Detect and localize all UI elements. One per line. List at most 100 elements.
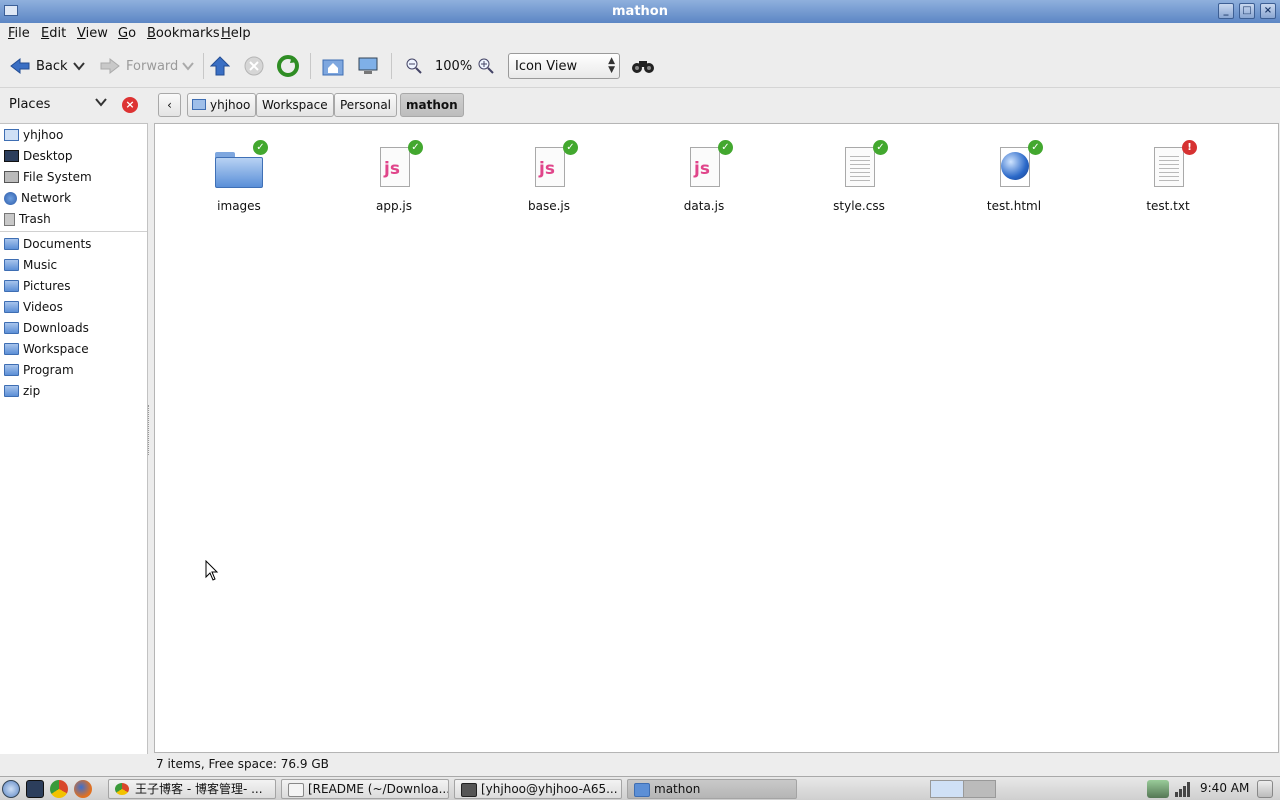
file-item-test-txt[interactable]: ! test.txt	[1113, 140, 1223, 213]
text-editor-icon	[288, 783, 304, 797]
file-item-test-html[interactable]: ✓ test.html	[959, 140, 1069, 213]
back-arrow-icon	[10, 57, 30, 75]
status-bar: 7 items, Free space: 76.9 GB	[0, 754, 1280, 776]
taskbar-item-readme[interactable]: [README (~/Downloa...	[281, 779, 449, 799]
view-mode-select[interactable]: Icon View ▲ ▼	[508, 53, 620, 79]
folder-icon	[4, 259, 19, 271]
network-icon	[4, 191, 17, 205]
network-status-icon[interactable]	[1147, 780, 1169, 798]
sidebar-item-workspace[interactable]: Workspace	[4, 339, 89, 359]
close-sidebar-icon[interactable]: ×	[122, 97, 138, 113]
sidebar-type-dropdown[interactable]	[95, 96, 107, 110]
forward-button[interactable]: Forward	[99, 55, 178, 77]
sync-ok-emblem-icon: ✓	[873, 140, 888, 155]
menu-view[interactable]: View	[77, 26, 108, 41]
sidebar-item-videos[interactable]: Videos	[4, 297, 63, 317]
breadcrumb-yhjhoo[interactable]: yhjhoo	[187, 93, 257, 117]
sidebar-item-zip[interactable]: zip	[4, 381, 40, 401]
clock[interactable]: 9:40 AM	[1200, 781, 1249, 795]
breadcrumb-mathon[interactable]: mathon	[400, 93, 464, 117]
up-arrow-icon	[210, 56, 230, 76]
folder-icon	[4, 322, 19, 334]
back-history-dropdown[interactable]	[73, 55, 85, 77]
javascript-file-icon: js ✓	[524, 140, 578, 194]
taskbar-item-mathon[interactable]: mathon	[627, 779, 797, 799]
start-menu-icon[interactable]	[2, 780, 20, 798]
sidebar-item-trash[interactable]: Trash	[4, 209, 51, 229]
sidebar-item-label: Program	[23, 363, 74, 377]
computer-button[interactable]	[357, 55, 379, 77]
back-button[interactable]: Back	[9, 55, 68, 77]
sidebar-item-network[interactable]: Network	[4, 188, 71, 208]
workspace-2[interactable]	[963, 781, 995, 797]
sidebar-item-documents[interactable]: Documents	[4, 234, 91, 254]
taskbar-item-blog[interactable]: 王子博客 - 博客管理- ...	[108, 779, 276, 799]
sync-ok-emblem-icon: ✓	[718, 140, 733, 155]
folder-icon	[4, 301, 19, 313]
window-titlebar[interactable]: mathon _ □ ×	[0, 0, 1280, 23]
file-item-images[interactable]: ✓ images	[184, 140, 294, 213]
sync-ok-emblem-icon: ✓	[1028, 140, 1043, 155]
close-button[interactable]: ×	[1260, 3, 1276, 19]
search-button[interactable]	[631, 55, 655, 77]
breadcrumb-label: yhjhoo	[210, 98, 251, 112]
chrome-browser-icon[interactable]	[50, 780, 68, 798]
folder-icon	[4, 343, 19, 355]
chrome-browser-icon	[115, 783, 129, 795]
up-button[interactable]	[210, 55, 230, 77]
signal-strength-icon[interactable]	[1174, 780, 1192, 798]
taskbar-item-terminal[interactable]: [yhjhoo@yhjhoo-A65...	[454, 779, 622, 799]
logout-icon[interactable]	[1257, 780, 1273, 798]
sidebar-item-file-system[interactable]: File System	[4, 167, 92, 187]
taskbar: 王子博客 - 博客管理- ... [README (~/Downloa... […	[0, 776, 1280, 800]
file-name: base.js	[527, 199, 570, 213]
breadcrumb-scroll-left[interactable]: ‹	[158, 93, 181, 117]
file-item-base-js[interactable]: js ✓ base.js	[494, 140, 604, 213]
sidebar-item-label: Videos	[23, 300, 63, 314]
sidebar-item-program[interactable]: Program	[4, 360, 74, 380]
breadcrumb-workspace[interactable]: Workspace	[256, 93, 334, 117]
sidebar-item-label: yhjhoo	[23, 128, 64, 142]
file-name: app.js	[376, 199, 412, 213]
maximize-button[interactable]: □	[1239, 3, 1255, 19]
text-file-icon: ✓	[834, 140, 888, 194]
sidebar-type-label[interactable]: Places	[9, 97, 50, 112]
sidebar-item-label: Desktop	[23, 149, 73, 163]
file-item-app-js[interactable]: js ✓ app.js	[339, 140, 449, 213]
menu-help[interactable]: Help	[221, 26, 251, 41]
menu-bookmarks[interactable]: Bookmarks	[147, 26, 220, 41]
home-button[interactable]	[322, 55, 344, 77]
file-item-style-css[interactable]: ✓ style.css	[804, 140, 914, 213]
minimize-button[interactable]: _	[1218, 3, 1234, 19]
home-folder-icon	[4, 129, 19, 141]
sidebar-item-label: Network	[21, 191, 72, 205]
sidebar-item-yhjhoo[interactable]: yhjhoo	[4, 125, 63, 145]
sidebar-item-pictures[interactable]: Pictures	[4, 276, 71, 296]
stop-button[interactable]	[244, 55, 264, 77]
forward-history-dropdown[interactable]	[182, 55, 194, 77]
menu-go[interactable]: Go	[118, 26, 136, 41]
firefox-browser-icon[interactable]	[74, 780, 92, 798]
breadcrumb-personal[interactable]: Personal	[334, 93, 398, 117]
taskbar-item-label: [yhjhoo@yhjhoo-A65...	[481, 782, 618, 796]
sync-error-emblem-icon: !	[1182, 140, 1197, 155]
sidebar-item-label: Downloads	[23, 321, 89, 335]
show-desktop-icon[interactable]	[26, 780, 44, 798]
home-folder-icon	[192, 99, 206, 110]
sidebar-item-downloads[interactable]: Downloads	[4, 318, 89, 338]
window-title: mathon	[612, 4, 668, 19]
menu-file[interactable]: File	[8, 26, 30, 41]
zoom-out-button[interactable]	[405, 55, 423, 77]
reload-icon	[277, 55, 299, 77]
workspace-1[interactable]	[931, 781, 964, 797]
sidebar-item-desktop[interactable]: Desktop	[4, 146, 73, 166]
workspace-pager[interactable]	[930, 780, 996, 798]
sidebar-item-music[interactable]: Music	[4, 255, 57, 275]
reload-button[interactable]	[277, 55, 299, 77]
sync-ok-emblem-icon: ✓	[563, 140, 578, 155]
forward-label: Forward	[126, 58, 179, 74]
file-icon-view[interactable]: ✓ images js ✓ app.js js ✓ base.js js ✓ d…	[154, 123, 1279, 753]
zoom-in-button[interactable]	[477, 55, 495, 77]
menu-edit[interactable]: Edit	[41, 26, 66, 41]
file-item-data-js[interactable]: js ✓ data.js	[649, 140, 759, 213]
